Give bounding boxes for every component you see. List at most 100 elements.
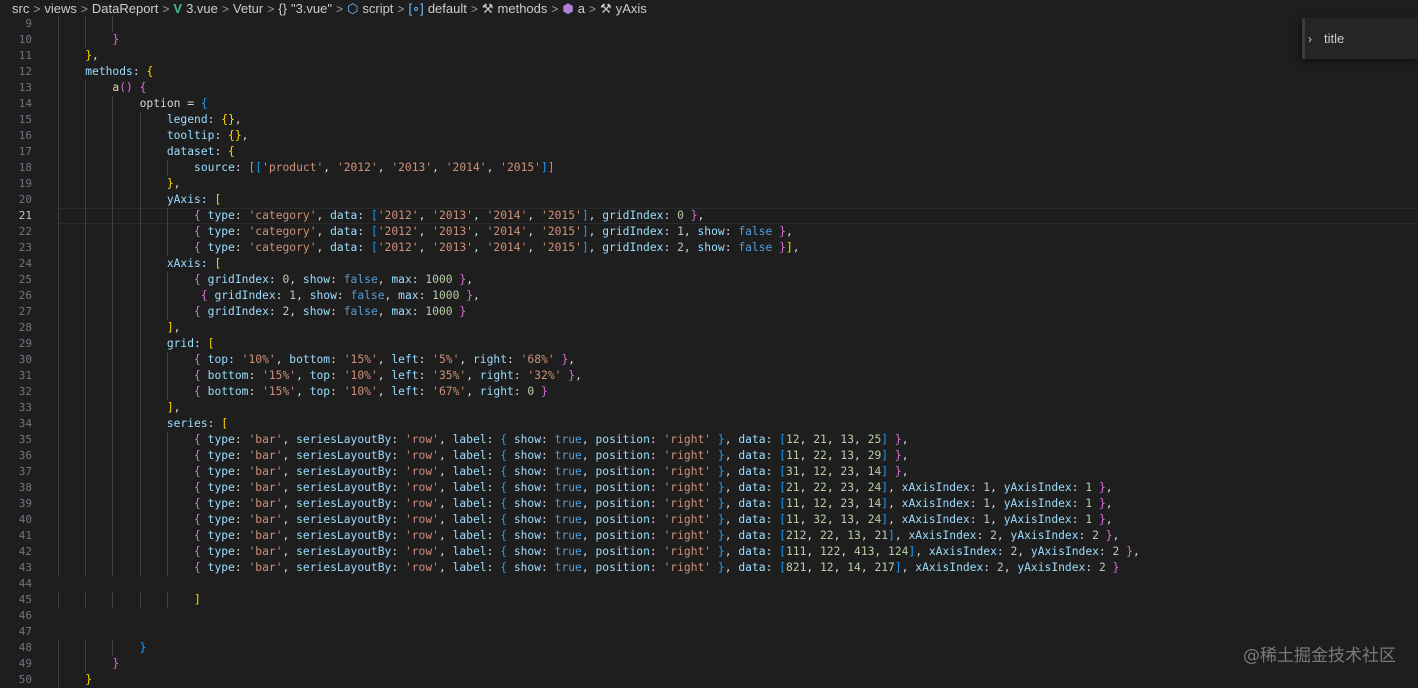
module-icon: ⬡ (347, 1, 359, 16)
breadcrumb-separator-icon: > (33, 1, 41, 16)
code-line[interactable]: 30 { top: '10%', bottom: '15%', left: '5… (0, 352, 1418, 368)
code-text: a() { (112, 81, 147, 94)
code-line[interactable]: 26 { gridIndex: 1, show: false, max: 100… (0, 288, 1418, 304)
code-text: } (112, 657, 120, 670)
code-line[interactable]: 13 a() { (0, 80, 1418, 96)
code-text: yAxis: [ (166, 193, 222, 206)
line-number: 28 (18, 321, 32, 334)
line-number: 16 (18, 129, 32, 142)
code-text: { gridIndex: 1, show: false, max: 1000 }… (200, 289, 480, 302)
code-line[interactable]: 33 ], (0, 400, 1418, 416)
wrench-icon: ⚒ (481, 1, 494, 16)
code-line[interactable]: 32 { bottom: '15%', top: '10%', left: '6… (0, 384, 1418, 400)
breadcrumb-item[interactable]: src (12, 1, 29, 16)
breadcrumb-label: DataReport (91, 1, 159, 16)
breadcrumb-label: script (362, 1, 394, 16)
breadcrumb-separator-icon: > (335, 1, 343, 16)
code-line[interactable]: 20 yAxis: [ (0, 192, 1418, 208)
code-line[interactable]: 24 xAxis: [ (0, 256, 1418, 272)
breadcrumb-item[interactable]: DataReport (92, 1, 158, 16)
line-number: 37 (18, 465, 32, 478)
code-line[interactable]: 49 } (0, 656, 1418, 672)
breadcrumb-item[interactable]: ⬢ a (562, 1, 585, 16)
code-line[interactable]: 17 dataset: { (0, 144, 1418, 160)
code-line[interactable]: 21 { type: 'category', data: ['2012', '2… (0, 208, 1418, 224)
code-line[interactable]: 50 } (0, 672, 1418, 688)
code-line[interactable]: 36 { type: 'bar', seriesLayoutBy: 'row',… (0, 448, 1418, 464)
code-line[interactable]: 39 { type: 'bar', seriesLayoutBy: 'row',… (0, 496, 1418, 512)
code-text: { type: 'bar', seriesLayoutBy: 'row', la… (194, 449, 909, 462)
code-line[interactable]: 40 { type: 'bar', seriesLayoutBy: 'row',… (0, 512, 1418, 528)
line-number: 19 (18, 177, 32, 190)
code-text: option = { (58, 97, 208, 110)
code-line[interactable]: 44 (0, 576, 1418, 592)
line-number: 40 (18, 513, 32, 526)
code-line[interactable]: 37 { type: 'bar', seriesLayoutBy: 'row',… (0, 464, 1418, 480)
breadcrumb-item[interactable]: ⬡ script (347, 1, 393, 16)
code-line[interactable]: 48 } (0, 640, 1418, 656)
code-line[interactable]: 41 { type: 'bar', seriesLayoutBy: 'row',… (0, 528, 1418, 544)
code-line[interactable]: 35 { type: 'bar', seriesLayoutBy: 'row',… (0, 432, 1418, 448)
code-line[interactable]: 22 { type: 'category', data: ['2012', '2… (0, 224, 1418, 240)
breadcrumb-item[interactable]: Vetur (233, 1, 263, 16)
breadcrumb-item[interactable]: V 3.vue (173, 1, 217, 16)
code-line[interactable]: 34 series: [ (0, 416, 1418, 432)
code-line[interactable]: 47 (0, 624, 1418, 640)
code-text: ] (194, 593, 201, 606)
line-number: 45 (18, 593, 32, 606)
code-line[interactable]: 11 }, (0, 48, 1418, 64)
code-text: grid: [ (166, 337, 215, 350)
code-line[interactable]: 25 { gridIndex: 0, show: false, max: 100… (0, 272, 1418, 288)
code-line[interactable]: 18 source: [['product', '2012', '2013', … (0, 160, 1418, 176)
code-text: { type: 'bar', seriesLayoutBy: 'row', la… (194, 529, 1120, 542)
code-line[interactable]: 28 ], (0, 320, 1418, 336)
breadcrumb-label: "3.vue" (290, 1, 332, 16)
code-text: { gridIndex: 0, show: false, max: 1000 }… (194, 273, 474, 286)
code-line[interactable]: 29 grid: [ (0, 336, 1418, 352)
method-icon: ⬢ (562, 1, 574, 16)
line-number: 18 (18, 161, 32, 174)
line-number: 36 (18, 449, 32, 462)
code-text: series: [ (166, 417, 229, 430)
code-text: { type: 'bar', seriesLayoutBy: 'row', la… (194, 561, 1120, 574)
code-text: ], (166, 321, 181, 334)
breadcrumb-item[interactable]: ⚒ methods (482, 1, 548, 16)
chevron-right-icon[interactable]: › (1308, 32, 1312, 46)
line-number: 21 (18, 209, 32, 222)
code-line[interactable]: 10 } (0, 32, 1418, 48)
breadcrumb-separator-icon: > (470, 1, 478, 16)
breadcrumb-label: 3.vue (186, 1, 218, 16)
code-line[interactable]: 45 ] (0, 592, 1418, 608)
code-text: tooltip: {}, (166, 129, 249, 142)
code-line[interactable]: 19 }, (0, 176, 1418, 192)
line-number: 42 (18, 545, 32, 558)
sticky-scroll-outline[interactable]: › title (1302, 18, 1418, 59)
code-text: { type: 'bar', seriesLayoutBy: 'row', la… (194, 465, 909, 478)
line-number: 41 (18, 529, 32, 542)
breadcrumb-item[interactable]: [∘] default (408, 1, 466, 16)
line-number: 35 (18, 433, 32, 446)
line-number: 17 (18, 145, 32, 158)
breadcrumb-item[interactable]: ⚒ yAxis (600, 1, 647, 16)
code-line[interactable]: 14 option = { (0, 96, 1418, 112)
code-line[interactable]: 27 { gridIndex: 2, show: false, max: 100… (0, 304, 1418, 320)
breadcrumb-item[interactable]: views (44, 1, 77, 16)
code-line[interactable]: 16 tooltip: {}, (0, 128, 1418, 144)
code-text: methods: { (85, 65, 154, 78)
code-line[interactable]: 42 { type: 'bar', seriesLayoutBy: 'row',… (0, 544, 1418, 560)
code-line[interactable]: 43 { type: 'bar', seriesLayoutBy: 'row',… (0, 560, 1418, 576)
line-number: 12 (18, 65, 32, 78)
line-number: 27 (18, 305, 32, 318)
code-text: } (112, 33, 120, 46)
breadcrumb-item[interactable]: {} "3.vue" (278, 1, 332, 16)
code-line[interactable]: 38 { type: 'bar', seriesLayoutBy: 'row',… (0, 480, 1418, 496)
code-line[interactable]: 23 { type: 'category', data: ['2012', '2… (0, 240, 1418, 256)
code-line[interactable]: 46 (0, 608, 1418, 624)
code-line[interactable]: 12 methods: { (0, 64, 1418, 80)
code-editor[interactable]: 9 10 } 11 }, 12 methods: {13 a() {14 optio… (0, 16, 1418, 688)
code-line[interactable]: 9 (0, 16, 1418, 32)
code-text: { type: 'bar', seriesLayoutBy: 'row', la… (194, 497, 1113, 510)
line-number: 49 (18, 657, 32, 670)
code-line[interactable]: 31 { bottom: '15%', top: '10%', left: '3… (0, 368, 1418, 384)
code-line[interactable]: 15 legend: {}, (0, 112, 1418, 128)
